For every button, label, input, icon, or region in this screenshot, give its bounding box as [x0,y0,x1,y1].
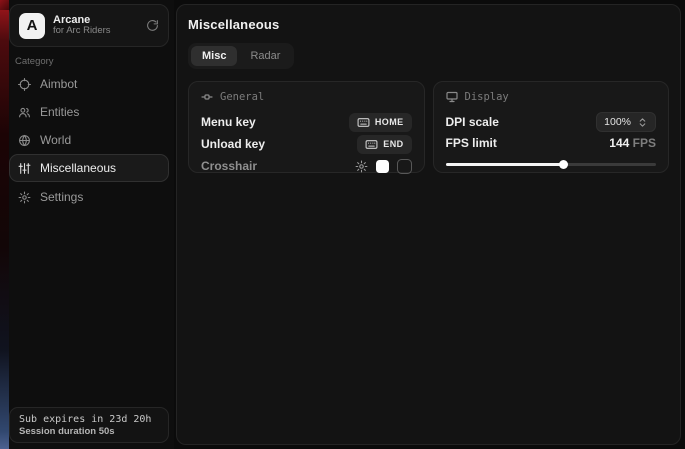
monitor-icon [446,91,458,103]
tab-misc[interactable]: Misc [191,46,237,66]
dpi-scale-value: 100% [604,116,631,128]
main-panel: Miscellaneous Misc Radar General [176,4,681,445]
display-card-title: Display [465,91,509,103]
sidebar-item-miscellaneous[interactable]: Miscellaneous [9,154,169,182]
crosshair-controls [355,159,412,174]
sidebar-item-label: Settings [40,190,83,204]
session-duration-text: Session duration 50s [19,426,159,437]
fps-limit-value: 144 FPS [609,136,656,150]
unload-key-row: Unload key END [201,133,412,155]
fps-slider-thumb[interactable] [559,160,568,169]
fps-limit-slider[interactable] [446,160,657,169]
sliders-icon [18,162,31,175]
crosshair-icon [18,78,31,91]
general-card-header: General [201,91,412,103]
menu-key-row: Menu key HOME [201,111,412,133]
crosshair-color-swatch[interactable] [376,160,389,173]
crosshair-row: Crosshair [201,155,412,177]
gear-icon [18,191,31,204]
menu-key-label: Menu key [201,115,256,129]
unload-key-value: END [383,139,403,149]
dpi-scale-label: DPI scale [446,115,499,129]
sidebar-item-world[interactable]: World [9,126,169,154]
sidebar-item-entities[interactable]: Entities [9,98,169,126]
brand-card: A Arcane for Arc Riders [9,4,169,47]
entities-icon [18,106,31,119]
globe-icon [18,134,31,147]
keyboard-icon [357,116,370,129]
sidebar-item-aimbot[interactable]: Aimbot [9,70,169,98]
fps-limit-label: FPS limit [446,136,497,150]
sidebar-nav: Aimbot Entities World [9,70,169,211]
app-logo: A [19,13,45,39]
dpi-scale-row: DPI scale 100% [446,111,657,133]
subscription-status-card: Sub expires in 23d 20h Session duration … [9,407,169,443]
sidebar-item-label: Entities [40,105,79,119]
crosshair-label: Crosshair [201,159,257,173]
fps-unit: FPS [633,136,656,150]
crosshair-checkbox[interactable] [397,159,412,174]
display-card-header: Display [446,91,657,103]
fps-limit-row: FPS limit 144 FPS [446,133,657,152]
sidebar-item-label: Miscellaneous [40,161,116,175]
display-card: Display DPI scale 100% FPS limit [433,81,670,173]
brand-text: Arcane for Arc Riders [53,14,138,38]
app-subtitle: for Arc Riders [53,26,138,37]
settings-cards: General Menu key HOME Unload key [188,81,669,173]
menu-key-value: HOME [375,117,404,127]
tab-bar: Misc Radar [188,43,294,69]
app-window: A Arcane for Arc Riders Category Aimbot [0,0,685,449]
page-title: Miscellaneous [188,17,669,32]
unload-key-label: Unload key [201,137,265,151]
chevrons-up-down-icon [637,117,648,128]
sidebar-item-label: World [40,133,71,147]
keyboard-icon [365,138,378,151]
category-label: Category [15,56,54,67]
sliders-horizontal-icon [201,91,213,103]
dpi-scale-select[interactable]: 100% [596,112,656,132]
sidebar: A Arcane for Arc Riders Category Aimbot [9,0,174,449]
fps-slider-fill [446,163,564,166]
refresh-icon[interactable] [146,19,159,32]
menu-key-bind-button[interactable]: HOME [349,113,412,132]
sidebar-item-settings[interactable]: Settings [9,183,169,211]
crosshair-settings-icon[interactable] [355,160,368,173]
general-card-title: General [220,91,264,103]
general-card: General Menu key HOME Unload key [188,81,425,173]
tab-radar[interactable]: Radar [239,46,291,66]
desktop-edge-bleed [0,0,9,449]
sidebar-item-label: Aimbot [40,77,77,91]
sub-expiry-text: Sub expires in 23d 20h [19,414,159,425]
unload-key-bind-button[interactable]: END [357,135,411,154]
